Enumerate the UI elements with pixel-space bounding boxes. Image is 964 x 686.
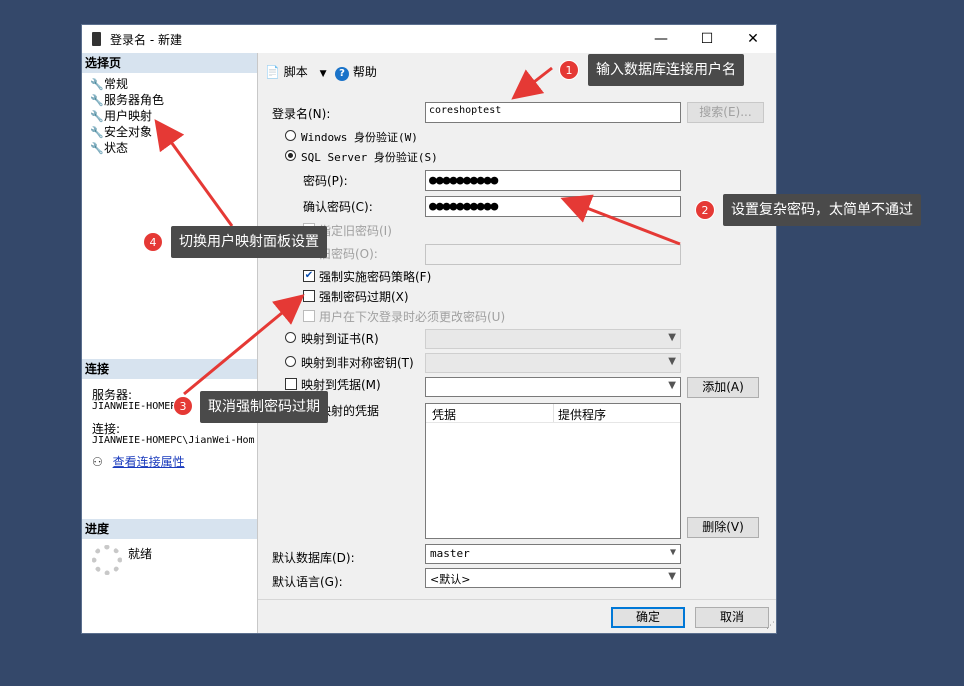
arrow-3: [183, 294, 305, 396]
annotation-2: 设置复杂密码，太简单不通过: [723, 194, 921, 226]
annotation-4: 切换用户映射面板设置: [171, 226, 327, 258]
annotation-badge-2: 2: [695, 200, 715, 220]
annotation-badge-4: 4: [143, 232, 163, 252]
annotation-1: 输入数据库连接用户名: [588, 54, 744, 86]
annotation-badge-1: 1: [559, 60, 579, 80]
annotation-arrows: [154, 66, 681, 396]
annotation-3: 取消强制密码过期: [200, 391, 328, 423]
arrow-1: [511, 66, 553, 100]
arrow-2: [560, 194, 681, 246]
annotation-badge-3: 3: [173, 396, 193, 416]
arrow-4: [154, 119, 234, 227]
